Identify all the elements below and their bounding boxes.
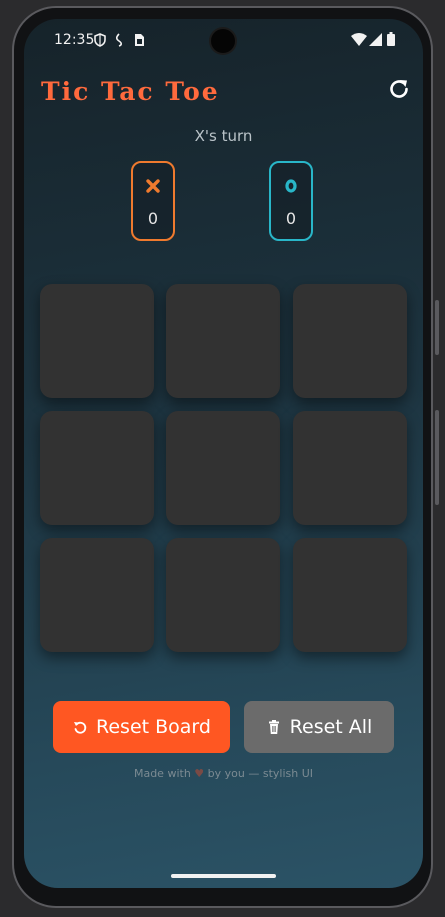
- app-title: Tic Tac Toe: [41, 77, 220, 106]
- board-cell-4[interactable]: [40, 411, 154, 525]
- board-cell-5[interactable]: [166, 411, 280, 525]
- board-cell-1[interactable]: [40, 284, 154, 398]
- board-cell-3[interactable]: [293, 284, 407, 398]
- undo-icon: [74, 721, 87, 734]
- board-cell-6[interactable]: [293, 411, 407, 525]
- power-button: [435, 300, 439, 355]
- board-cell-7[interactable]: [40, 538, 154, 652]
- footer-text-before: Made with: [133, 767, 191, 780]
- game-board: [40, 284, 408, 652]
- turn-indicator: X's turn: [194, 127, 253, 145]
- board-cell-2[interactable]: [166, 284, 280, 398]
- heart-icon: ♥: [194, 767, 205, 780]
- app-screen: 12:35 Tic Tac Toe X's turn 0 0 Reset Boa…: [24, 19, 423, 888]
- reset-all-label: Reset All: [289, 716, 373, 738]
- volume-button: [435, 410, 439, 505]
- shield-icon: [94, 33, 106, 47]
- refresh-icon: [390, 80, 408, 98]
- signal-icon: [369, 33, 382, 46]
- home-indicator[interactable]: [171, 874, 276, 878]
- score-x-value: 0: [147, 209, 159, 228]
- footer-text-after: by you — stylish UI: [207, 767, 314, 780]
- wifi-icon: [351, 33, 367, 46]
- footer-credit: Made with ♥ by you — stylish UI: [24, 767, 423, 780]
- device-background: 12:35 Tic Tac Toe X's turn 0 0 Reset Boa…: [0, 0, 445, 917]
- x-icon: [146, 179, 160, 193]
- board-cell-9[interactable]: [293, 538, 407, 652]
- x-symbol: [133, 179, 173, 197]
- reset-all-button[interactable]: Reset All: [244, 701, 394, 753]
- board-cell-8[interactable]: [166, 538, 280, 652]
- front-camera: [211, 29, 235, 53]
- score-card-o: 0: [269, 161, 313, 241]
- o-symbol: [271, 179, 311, 197]
- score-card-x: 0: [131, 161, 175, 241]
- battery-icon: [387, 32, 395, 46]
- refresh-button[interactable]: [386, 76, 412, 102]
- trash-icon: [268, 720, 279, 734]
- fingerprint-icon: [115, 33, 123, 47]
- o-icon: [285, 179, 297, 193]
- sim-card-icon: [135, 34, 144, 46]
- reset-board-label: Reset Board: [96, 716, 211, 738]
- reset-board-button[interactable]: Reset Board: [53, 701, 230, 753]
- score-o-value: 0: [285, 209, 297, 228]
- status-time: 12:35: [54, 32, 95, 48]
